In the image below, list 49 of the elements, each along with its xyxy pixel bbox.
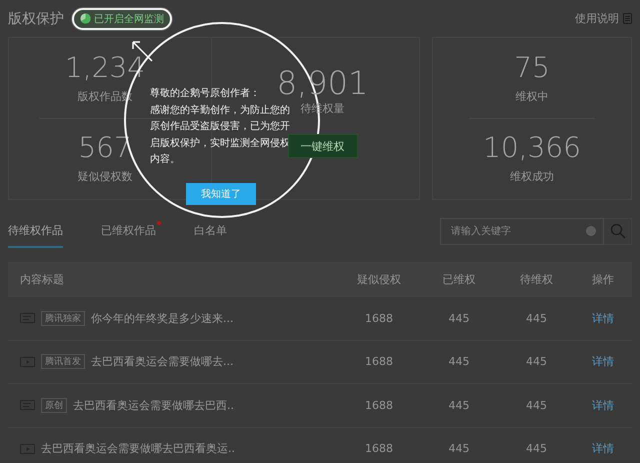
column-header: 已维权 xyxy=(442,272,476,287)
table-cell-text: 445 xyxy=(525,442,548,456)
column-header: 疑似侵权 xyxy=(356,272,402,287)
content-tag: 腾讯首发 xyxy=(41,354,85,370)
stat-label: 疑似侵权数 xyxy=(78,168,132,184)
tab[interactable]: 白名单 xyxy=(194,214,227,248)
content-title: 去巴西看奥运会需要做哪去巴西.. xyxy=(73,398,234,413)
table-cell-text: 445 xyxy=(448,442,470,456)
stat-value: 567 xyxy=(78,133,132,164)
content-tag: 腾讯独家 xyxy=(41,310,85,326)
column-header: 操作 xyxy=(591,272,615,287)
table-cell-text: 445 xyxy=(525,398,548,412)
search-field[interactable]: 请输入关键字 xyxy=(440,218,604,244)
stat-value: 10,366 xyxy=(483,133,581,164)
details-link[interactable]: 详情 xyxy=(574,354,632,370)
content-tag: 原创 xyxy=(41,398,67,413)
search-button[interactable] xyxy=(604,218,632,244)
content-title: 去巴西看奥运会需要做哪去... xyxy=(91,354,234,370)
defend-all-button[interactable]: 一键维权 xyxy=(288,134,358,158)
content-title: 你今年的年终奖是多少速来... xyxy=(91,310,234,326)
table-cell-text: 445 xyxy=(448,355,470,368)
popup-greeting: 尊敬的企鹅号原创作者： xyxy=(150,86,261,101)
table-cell-text: 445 xyxy=(525,312,548,325)
table-cell-text: 1688 xyxy=(364,355,394,368)
table-cell-text: 1688 xyxy=(364,442,394,456)
table-cell-text: 445 xyxy=(448,398,470,412)
column-header: 内容标题 xyxy=(19,272,65,287)
page-title: 版权保护 xyxy=(8,10,64,28)
stat-value: 75 xyxy=(514,53,550,84)
tab[interactable]: 已维权作品 xyxy=(101,214,156,248)
details-link[interactable]: 详情 xyxy=(574,441,632,456)
clear-icon[interactable] xyxy=(586,226,596,236)
content-title: 去巴西看奥运会需要做哪去巴西看奥运.. xyxy=(41,441,235,456)
stat-label: 维权中 xyxy=(516,89,548,104)
monitoring-badge: 已开启全网监测 xyxy=(72,8,172,30)
document-icon xyxy=(623,13,632,24)
details-link[interactable]: 详情 xyxy=(574,310,632,326)
table-cell-text: 445 xyxy=(525,355,548,368)
pie-chart-icon xyxy=(80,13,91,24)
table-cell-text: 1688 xyxy=(364,398,394,412)
details-link[interactable]: 详情 xyxy=(574,398,632,413)
column-header: 待维权 xyxy=(519,272,554,287)
table-cell-text: 445 xyxy=(448,312,470,325)
got-it-button[interactable]: 我知道了 xyxy=(186,182,256,204)
stat-label: 维权成功 xyxy=(510,168,554,184)
table-cell-text: 1688 xyxy=(364,312,394,325)
tab[interactable]: 待维权作品 xyxy=(8,214,63,248)
help-link[interactable]: 使用说明 xyxy=(575,11,632,26)
search-icon xyxy=(610,223,626,239)
